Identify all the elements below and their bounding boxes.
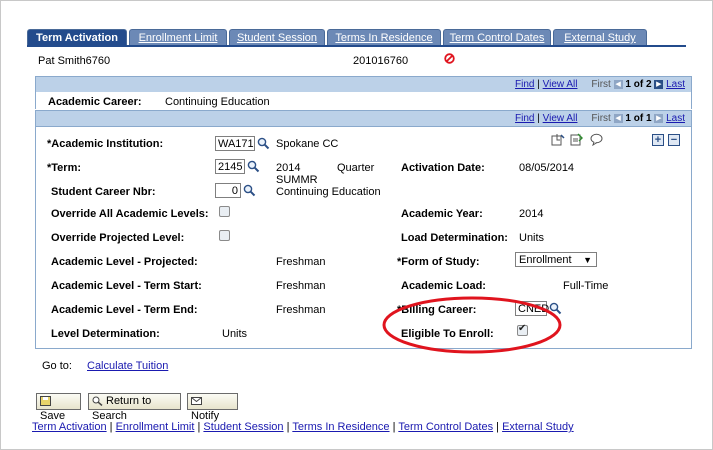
- term-input[interactable]: 2145: [215, 159, 245, 174]
- academic-year-value: 2014: [519, 208, 544, 220]
- activation-date-label: Activation Date:: [401, 162, 485, 174]
- term-type: Quarter: [337, 162, 375, 174]
- return-to-search-button[interactable]: Return to Search: [88, 393, 181, 422]
- calculate-tuition-link[interactable]: Calculate Tuition: [87, 360, 168, 372]
- level-start-label: Academic Level - Term Start:: [51, 280, 202, 292]
- career-find-link[interactable]: Find: [515, 79, 534, 90]
- load-determination-label: Load Determination:: [401, 232, 508, 244]
- dropdown-arrow-icon: ▼: [583, 255, 592, 265]
- term-year: 2014: [276, 162, 301, 174]
- inst-prev-arrow-icon[interactable]: ◀: [613, 113, 623, 123]
- inst-row-count: 1 of 1: [625, 113, 652, 124]
- level-projected-value: Freshman: [276, 256, 326, 268]
- career-row-count: 1 of 2: [625, 79, 652, 90]
- tab-enrollment-limit[interactable]: Enrollment Limit: [129, 29, 227, 46]
- add-row-icon[interactable]: +: [652, 134, 664, 146]
- academic-load-label: Academic Load:: [401, 280, 486, 292]
- career-nbr-input[interactable]: 0: [215, 183, 241, 198]
- career-nbr-label: Student Career Nbr:: [51, 186, 156, 198]
- tab-student-session[interactable]: Student Session: [229, 29, 325, 46]
- level-start-value: Freshman: [276, 280, 326, 292]
- term-code: SUMMR: [276, 174, 318, 186]
- footer-link-enrollment-limit[interactable]: Enrollment Limit: [116, 421, 195, 433]
- footer-links: Term Activation | Enrollment Limit | Stu…: [32, 421, 574, 433]
- footer-link-term-control-dates[interactable]: Term Control Dates: [398, 421, 493, 433]
- notes-icon[interactable]: [570, 133, 583, 146]
- institution-nav-bar: Find | View All First ◀ 1 of 1 ▶ Last: [35, 110, 692, 127]
- level-determination-value: Units: [222, 328, 248, 340]
- institution-label: *Academic Institution:: [47, 138, 164, 150]
- institution-lookup-icon[interactable]: [257, 137, 270, 150]
- career-nav: Find | View All First ◀ 1 of 2 ▶ Last: [515, 79, 685, 90]
- override-projected-label: Override Projected Level:: [51, 232, 185, 244]
- career-next-arrow-icon[interactable]: ▶: [654, 79, 664, 89]
- career-nbr-lookup-icon[interactable]: [243, 184, 256, 197]
- no-entry-icon: [444, 53, 455, 64]
- inst-find-link[interactable]: Find: [515, 113, 534, 124]
- footer-link-term-activation[interactable]: Term Activation: [32, 421, 107, 433]
- career-first-label: First: [591, 79, 611, 90]
- save-icon: [40, 396, 51, 407]
- term-career: Continuing Education: [276, 186, 381, 198]
- goto-label: Go to:: [42, 360, 72, 372]
- term-lookup-icon[interactable]: [247, 160, 260, 173]
- career-view-all-link[interactable]: View All: [543, 79, 578, 90]
- load-determination-value: Units: [519, 232, 545, 244]
- notify-button[interactable]: Notify: [187, 393, 238, 422]
- inst-first-label: First: [591, 113, 611, 124]
- level-determination-label: Level Determination:: [51, 328, 160, 340]
- career-label: Academic Career:: [48, 96, 142, 108]
- annotation-circle: [382, 296, 562, 354]
- tab-terms-in-residence[interactable]: Terms In Residence: [327, 29, 441, 46]
- student-name: Pat Smith6760: [38, 55, 111, 67]
- tab-term-control-dates[interactable]: Term Control Dates: [443, 29, 551, 46]
- search-icon: [92, 396, 103, 407]
- delete-row-icon[interactable]: −: [668, 134, 680, 146]
- override-all-checkbox[interactable]: [219, 206, 230, 217]
- academic-year-label: Academic Year:: [401, 208, 483, 220]
- inst-view-all-link[interactable]: View All: [543, 113, 578, 124]
- override-projected-checkbox[interactable]: [219, 230, 230, 241]
- level-end-value: Freshman: [276, 304, 326, 316]
- institution-nav: Find | View All First ◀ 1 of 1 ▶ Last: [515, 113, 685, 124]
- form-of-study-value: Enrollment: [519, 254, 572, 266]
- tab-underline: [27, 45, 686, 47]
- activation-date-value: 08/05/2014: [519, 162, 575, 174]
- notify-icon: [191, 396, 202, 406]
- comment-icon[interactable]: [590, 133, 603, 147]
- attach-icon[interactable]: [551, 133, 565, 146]
- career-last-link[interactable]: Last: [666, 79, 685, 90]
- level-projected-label: Academic Level - Projected:: [51, 256, 198, 268]
- career-prev-arrow-icon[interactable]: ◀: [613, 79, 623, 89]
- footer-link-student-session[interactable]: Student Session: [203, 421, 283, 433]
- term-label: *Term:: [47, 162, 82, 174]
- form-of-study-label: *Form of Study:: [397, 256, 480, 268]
- tab-external-study[interactable]: External Study: [553, 29, 647, 46]
- footer-link-external-study[interactable]: External Study: [502, 421, 574, 433]
- institution-input[interactable]: WA171: [215, 136, 255, 151]
- inst-last-link[interactable]: Last: [666, 113, 685, 124]
- student-id: 201016760: [353, 55, 409, 67]
- save-button[interactable]: Save: [36, 393, 81, 422]
- inst-next-arrow-icon[interactable]: ▶: [654, 113, 664, 123]
- institution-description: Spokane CC: [276, 138, 339, 150]
- form-of-study-select[interactable]: Enrollment ▼: [515, 252, 597, 267]
- override-all-label: Override All Academic Levels:: [51, 208, 209, 220]
- career-value: Continuing Education: [165, 96, 270, 108]
- academic-load-value: Full-Time: [563, 280, 609, 292]
- footer-link-terms-in-residence[interactable]: Terms In Residence: [292, 421, 389, 433]
- level-end-label: Academic Level - Term End:: [51, 304, 198, 316]
